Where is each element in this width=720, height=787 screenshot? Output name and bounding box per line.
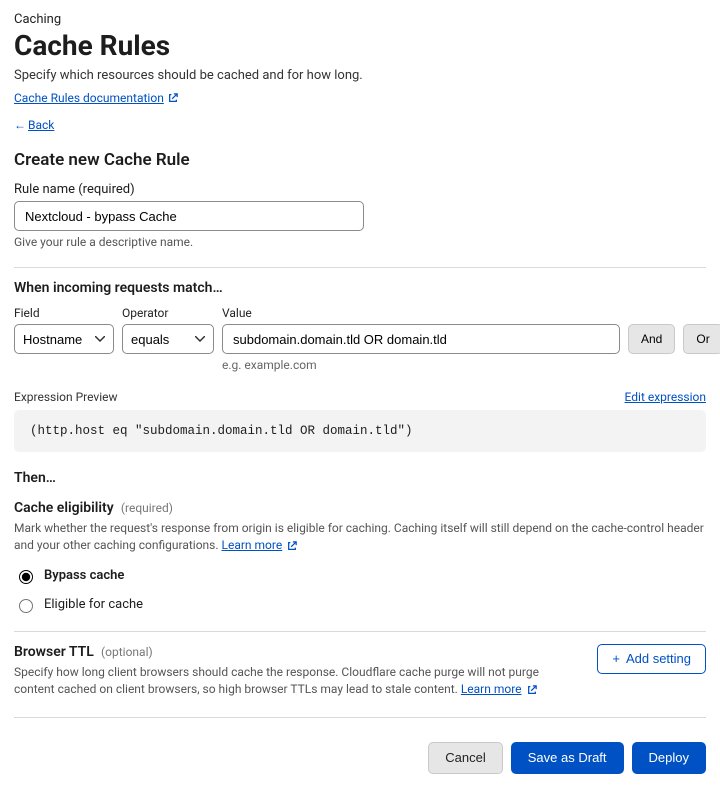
- field-select[interactable]: Hostname: [14, 324, 114, 354]
- form-heading: Create new Cache Rule: [14, 150, 706, 170]
- rule-name-input[interactable]: [14, 201, 364, 231]
- expression-label: Expression Preview: [14, 390, 118, 404]
- operator-select[interactable]: equals: [122, 324, 214, 354]
- eligible-cache-radio[interactable]: [19, 599, 33, 613]
- rule-name-label: Rule name (required): [14, 182, 706, 197]
- plus-icon: +: [612, 651, 620, 666]
- bypass-cache-label: Bypass cache: [44, 568, 124, 583]
- bypass-cache-option[interactable]: Bypass cache: [14, 567, 706, 584]
- match-row: Field Hostname Operator equals Value e.g…: [14, 306, 706, 372]
- cancel-button[interactable]: Cancel: [428, 742, 502, 774]
- add-setting-label: Add setting: [626, 651, 691, 666]
- eligible-cache-label: Eligible for cache: [44, 597, 143, 612]
- expression-preview: (http.host eq "subdomain.domain.tld OR d…: [14, 410, 706, 452]
- and-button[interactable]: And: [628, 324, 675, 354]
- ttl-learn-more-link[interactable]: Learn more: [461, 682, 522, 696]
- match-title: When incoming requests match…: [14, 280, 706, 296]
- documentation-link[interactable]: Cache Rules documentation: [14, 91, 178, 105]
- eligibility-desc: Mark whether the request's response from…: [14, 520, 706, 555]
- deploy-button[interactable]: Deploy: [632, 742, 706, 774]
- or-button[interactable]: Or: [683, 324, 720, 354]
- rule-name-helper: Give your rule a descriptive name.: [14, 235, 706, 249]
- add-setting-button[interactable]: + Add setting: [597, 644, 706, 674]
- value-input[interactable]: [222, 324, 620, 354]
- external-link-icon: [287, 541, 297, 551]
- value-label: Value: [222, 306, 620, 320]
- breadcrumb: Caching: [14, 12, 706, 27]
- operator-label: Operator: [122, 306, 214, 320]
- arrow-left-icon: ←: [14, 118, 26, 132]
- eligibility-tag: (required): [121, 501, 173, 515]
- divider: [14, 631, 706, 632]
- divider: [14, 267, 706, 268]
- browser-ttl-desc: Specify how long client browsers should …: [14, 664, 581, 699]
- browser-ttl-title: Browser TTL: [14, 644, 94, 660]
- external-link-icon: [168, 93, 178, 103]
- external-link-icon: [527, 685, 537, 695]
- back-link-row: ←Back: [14, 118, 706, 132]
- eligibility-learn-more-link[interactable]: Learn more: [222, 538, 283, 552]
- divider: [14, 717, 706, 718]
- value-example: e.g. example.com: [222, 358, 620, 372]
- documentation-link-label: Cache Rules documentation: [14, 91, 164, 105]
- bypass-cache-radio[interactable]: [19, 570, 33, 584]
- edit-expression-link[interactable]: Edit expression: [625, 390, 706, 404]
- then-label: Then…: [14, 470, 706, 486]
- footer-actions: Cancel Save as Draft Deploy: [14, 742, 706, 774]
- eligibility-title: Cache eligibility: [14, 500, 114, 516]
- browser-ttl-tag: (optional): [101, 645, 153, 659]
- eligible-cache-option[interactable]: Eligible for cache: [14, 596, 706, 613]
- field-label: Field: [14, 306, 114, 320]
- back-link[interactable]: Back: [28, 118, 54, 132]
- page-title: Cache Rules: [14, 29, 706, 62]
- page-subtitle: Specify which resources should be cached…: [14, 68, 706, 83]
- save-draft-button[interactable]: Save as Draft: [511, 742, 624, 774]
